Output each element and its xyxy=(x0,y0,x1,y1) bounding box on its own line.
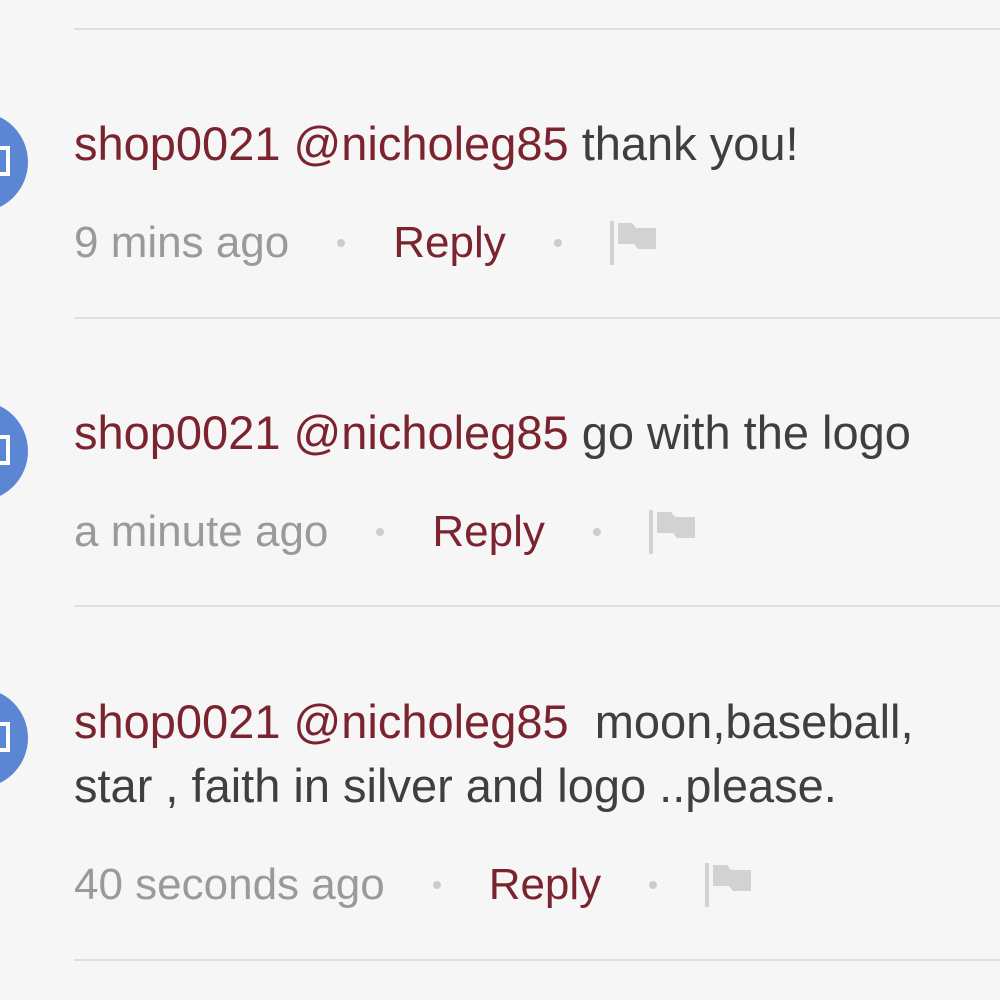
separator-dot xyxy=(649,881,658,889)
comment-text: thank you! xyxy=(581,117,799,170)
comment-meta: 40 seconds ago Reply xyxy=(74,855,753,915)
user-avatar-icon xyxy=(0,146,10,176)
separator-dot xyxy=(376,528,385,536)
comment-timestamp: 40 seconds ago xyxy=(74,860,385,909)
comment-body: shop0021 @nicholeg85 thank you! xyxy=(74,112,1000,176)
flag-icon[interactable] xyxy=(609,221,658,265)
divider xyxy=(74,28,1000,30)
divider xyxy=(74,959,1000,961)
comment-text: moon,baseball, xyxy=(594,695,914,748)
comment-body: shop0021 @nicholeg85 go with the logo xyxy=(74,401,1000,465)
comment-line: star , faith in silver and logo ..please… xyxy=(74,759,837,812)
comment-meta: a minute ago Reply xyxy=(74,502,697,562)
comment-timestamp: 9 mins ago xyxy=(74,218,290,267)
reply-button[interactable]: Reply xyxy=(489,860,602,910)
comment-meta: 9 mins ago Reply xyxy=(74,213,658,273)
separator-dot xyxy=(432,881,441,889)
divider xyxy=(74,605,1000,607)
comment-body: shop0021 @nicholeg85 moon,baseball, star… xyxy=(74,690,1000,818)
flag-icon[interactable] xyxy=(648,510,697,554)
comment-mention[interactable]: @nicholeg85 xyxy=(294,695,569,748)
divider xyxy=(74,317,1000,319)
comment-line: shop0021 @nicholeg85 moon,baseball, xyxy=(74,690,1000,754)
reply-button[interactable]: Reply xyxy=(393,218,506,268)
comment-username[interactable]: shop0021 xyxy=(74,117,280,170)
flag-icon[interactable] xyxy=(705,863,753,907)
comment-username[interactable]: shop0021 xyxy=(74,695,280,748)
avatar[interactable] xyxy=(0,401,28,501)
comment-feed: shop0021 @nicholeg85 thank you! 9 mins a… xyxy=(0,0,1000,1000)
comment-mention[interactable]: @nicholeg85 xyxy=(294,117,569,170)
user-avatar-icon xyxy=(0,722,10,752)
comment-username[interactable]: shop0021 xyxy=(74,406,280,459)
separator-dot xyxy=(337,239,346,247)
comment-mention[interactable]: @nicholeg85 xyxy=(294,406,569,459)
separator-dot xyxy=(592,528,601,536)
separator-dot xyxy=(553,239,562,247)
avatar[interactable] xyxy=(0,112,28,212)
comment-text: go with the logo xyxy=(581,406,911,459)
reply-button[interactable]: Reply xyxy=(432,507,545,557)
avatar[interactable] xyxy=(0,688,28,788)
comment-timestamp: a minute ago xyxy=(74,507,329,556)
user-avatar-icon xyxy=(0,435,10,465)
